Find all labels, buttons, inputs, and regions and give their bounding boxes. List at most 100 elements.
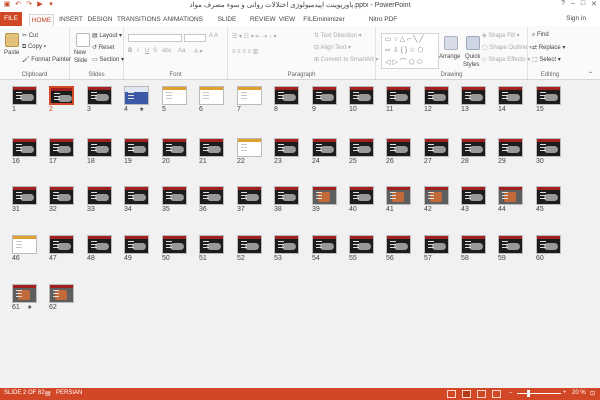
slide-preview[interactable] bbox=[498, 235, 523, 254]
shapes-gallery[interactable]: ▭ ○ △ ⌐ ╲ ╱ ⇨ ⇩ { } ☆ ⬡ ◁ ▷ ⌒ ⬠ ⬭ bbox=[381, 33, 439, 69]
tab-fileminimizer[interactable]: FILEminimizer bbox=[300, 14, 348, 26]
minimize-icon[interactable]: – bbox=[571, 0, 575, 8]
shape-fill-button[interactable]: ◈ Shape Fill ▾ bbox=[482, 32, 520, 39]
slide-preview[interactable] bbox=[386, 235, 411, 254]
slide-preview[interactable] bbox=[349, 235, 374, 254]
cut-button[interactable]: ✂ Cut bbox=[22, 32, 38, 39]
slide-preview[interactable] bbox=[424, 86, 449, 105]
animation-star-icon[interactable]: ★ bbox=[27, 304, 32, 311]
slide-preview[interactable] bbox=[12, 138, 37, 157]
quick-styles-icon[interactable] bbox=[466, 36, 480, 50]
slide-preview[interactable] bbox=[536, 186, 561, 205]
slide-preview[interactable] bbox=[498, 138, 523, 157]
slide-preview[interactable] bbox=[49, 138, 74, 157]
maximize-icon[interactable]: □ bbox=[581, 0, 585, 8]
italic-button[interactable]: I bbox=[137, 48, 139, 54]
help-icon[interactable]: ? bbox=[561, 0, 565, 8]
align-icons[interactable]: ≡ ≡ ≡ ≡ ▥ bbox=[232, 48, 258, 55]
slide-preview[interactable] bbox=[424, 186, 449, 205]
slide-preview[interactable] bbox=[124, 235, 149, 254]
slide-preview[interactable] bbox=[49, 284, 74, 303]
slide-preview[interactable] bbox=[49, 86, 74, 105]
slide-preview[interactable] bbox=[124, 86, 149, 105]
shape-outline-button[interactable]: ▢ Shape Outline ▾ bbox=[482, 44, 532, 51]
new-slide-button[interactable]: New bbox=[74, 50, 86, 56]
slide-preview[interactable] bbox=[199, 235, 224, 254]
collapse-ribbon-icon[interactable]: ⌃ bbox=[588, 71, 593, 78]
slide-preview[interactable] bbox=[424, 138, 449, 157]
close-icon[interactable]: ✕ bbox=[591, 0, 597, 8]
grow-font-icon[interactable]: A A bbox=[209, 33, 218, 39]
slide-preview[interactable] bbox=[498, 186, 523, 205]
tab-design[interactable]: DESIGN bbox=[86, 14, 114, 26]
slide-preview[interactable] bbox=[237, 186, 262, 205]
select-button[interactable]: ⬚ Select ▾ bbox=[532, 56, 561, 63]
fit-to-window-icon[interactable]: ⊡ bbox=[590, 390, 595, 397]
slide-preview[interactable] bbox=[87, 138, 112, 157]
slide-preview[interactable] bbox=[237, 138, 262, 157]
font-family-dropdown[interactable] bbox=[128, 34, 182, 42]
paste-icon[interactable] bbox=[5, 33, 19, 47]
slide-preview[interactable] bbox=[199, 138, 224, 157]
quick-styles-button[interactable]: Quick bbox=[465, 54, 480, 60]
slide-preview[interactable] bbox=[461, 138, 486, 157]
zoom-slider-thumb[interactable] bbox=[527, 390, 530, 397]
slide-preview[interactable] bbox=[49, 235, 74, 254]
slide-preview[interactable] bbox=[274, 138, 299, 157]
zoom-level[interactable]: 20 % bbox=[572, 390, 586, 396]
slide-preview[interactable] bbox=[237, 235, 262, 254]
slide-preview[interactable] bbox=[162, 86, 187, 105]
new-slide-icon[interactable] bbox=[76, 33, 90, 47]
bullets-icon[interactable]: ☰ ▾ ☷ ▾ ⇤ ⇥ ↕ ▾ bbox=[232, 33, 277, 40]
slide-preview[interactable] bbox=[12, 86, 37, 105]
sign-in-link[interactable]: Sign in bbox=[566, 15, 586, 22]
new-slide-label[interactable]: Slide bbox=[74, 58, 87, 64]
change-case-button[interactable]: Aa bbox=[178, 48, 185, 54]
align-text-button[interactable]: ⊟ Align Text ▾ bbox=[314, 44, 351, 51]
slide-preview[interactable] bbox=[274, 86, 299, 105]
tab-slide-show[interactable]: SLIDE SHOW bbox=[207, 14, 247, 34]
tab-file[interactable]: FILE bbox=[0, 12, 22, 26]
slide-preview[interactable] bbox=[162, 138, 187, 157]
slide-sorter-view-icon[interactable] bbox=[462, 390, 471, 398]
slide-preview[interactable] bbox=[424, 235, 449, 254]
zoom-out-icon[interactable]: – bbox=[509, 390, 512, 396]
tab-nitro-pdf[interactable]: Nitro PDF Professional bbox=[350, 14, 416, 34]
slide-preview[interactable] bbox=[536, 235, 561, 254]
slide-preview[interactable] bbox=[274, 235, 299, 254]
shape-effects-button[interactable]: ◇ Shape Effects ▾ bbox=[482, 56, 530, 63]
find-button[interactable]: ⌕ Find bbox=[532, 32, 549, 39]
slide-preview[interactable] bbox=[386, 86, 411, 105]
underline-button[interactable]: U bbox=[145, 48, 149, 54]
animation-star-icon[interactable]: ★ bbox=[139, 106, 144, 113]
reading-view-icon[interactable] bbox=[477, 390, 486, 398]
slide-preview[interactable] bbox=[87, 235, 112, 254]
zoom-slider[interactable] bbox=[517, 393, 561, 394]
strikethrough-button[interactable]: abc bbox=[162, 48, 172, 54]
tab-view[interactable]: VIEW bbox=[278, 14, 296, 26]
slide-preview[interactable] bbox=[199, 86, 224, 105]
smartart-button[interactable]: ⊞ Convert to SmartArt ▾ bbox=[314, 56, 378, 63]
tab-transitions[interactable]: TRANSITIONS bbox=[117, 14, 161, 26]
slide-show-icon[interactable] bbox=[492, 390, 501, 398]
slide-preview[interactable] bbox=[349, 86, 374, 105]
slide-preview[interactable] bbox=[199, 186, 224, 205]
spellcheck-icon[interactable]: ▤ bbox=[45, 390, 51, 397]
slide-preview[interactable] bbox=[162, 186, 187, 205]
slide-preview[interactable] bbox=[124, 186, 149, 205]
slide-preview[interactable] bbox=[461, 235, 486, 254]
slide-preview[interactable] bbox=[124, 138, 149, 157]
slide-preview[interactable] bbox=[349, 186, 374, 205]
slide-preview[interactable] bbox=[12, 186, 37, 205]
section-button[interactable]: ▭ Section ▾ bbox=[92, 56, 124, 63]
slide-preview[interactable] bbox=[87, 186, 112, 205]
slide-preview[interactable] bbox=[274, 186, 299, 205]
quick-styles-label[interactable]: Styles bbox=[463, 62, 479, 68]
tab-insert[interactable]: INSERT bbox=[58, 14, 84, 26]
slide-preview[interactable] bbox=[536, 86, 561, 105]
arrange-button[interactable]: Arrange bbox=[439, 54, 460, 60]
slide-preview[interactable] bbox=[312, 86, 337, 105]
layout-button[interactable]: ▤ Layout ▾ bbox=[92, 32, 122, 39]
shadow-button[interactable]: S bbox=[153, 48, 157, 54]
slide-preview[interactable] bbox=[461, 86, 486, 105]
